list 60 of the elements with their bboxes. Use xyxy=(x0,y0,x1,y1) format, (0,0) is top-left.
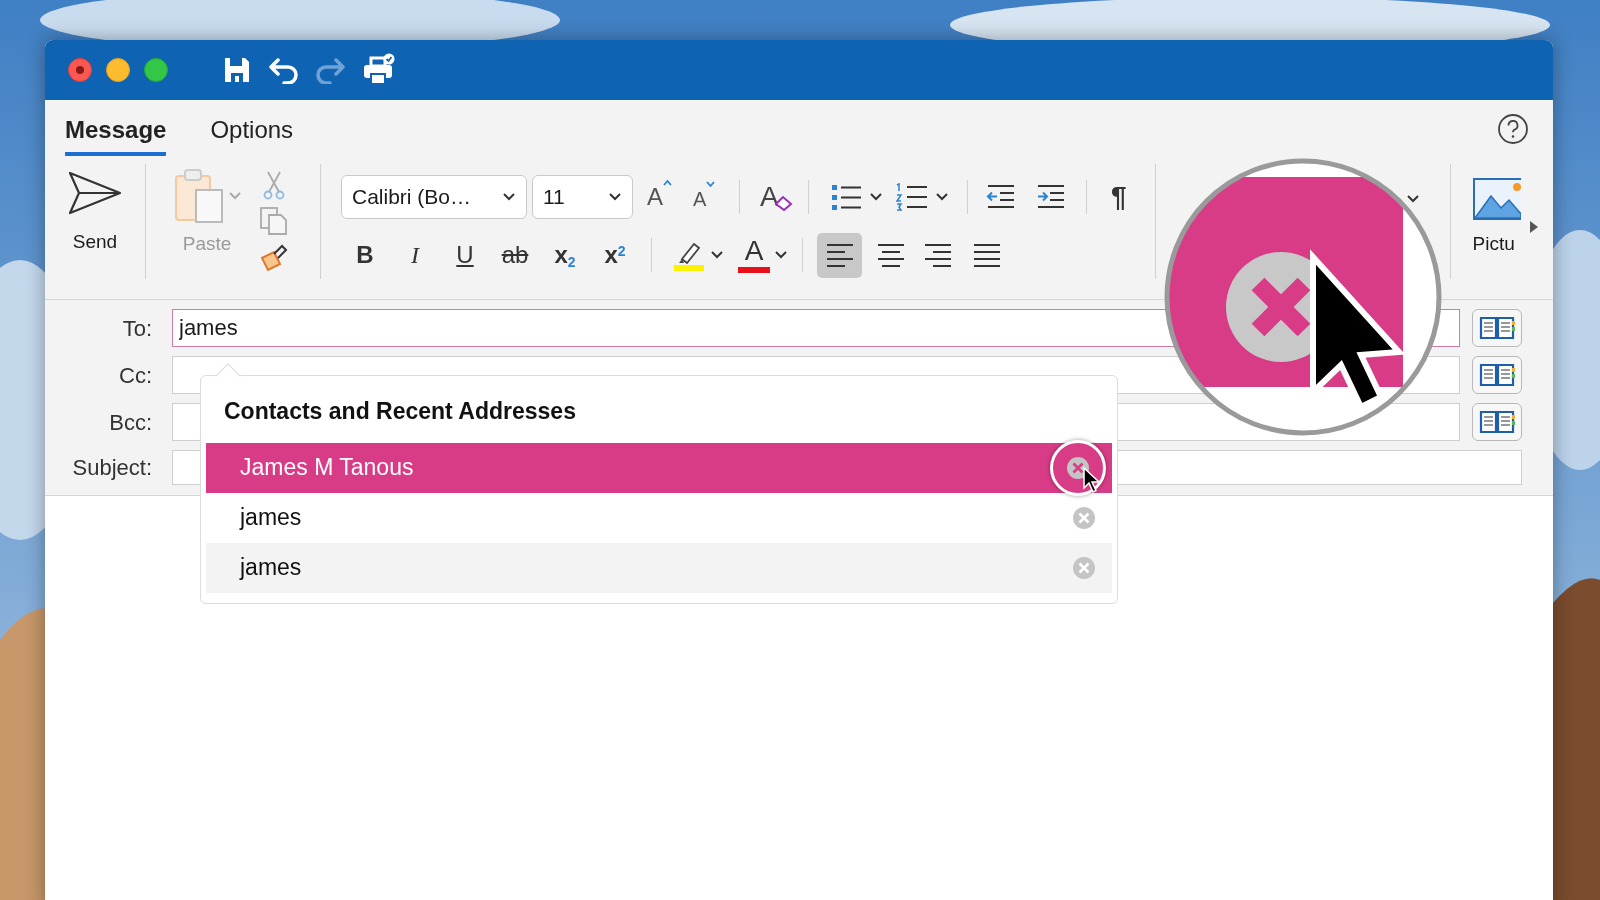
chevron-icon[interactable] xyxy=(1405,194,1420,204)
superscript-button[interactable]: x$^{2}$ xyxy=(597,237,633,273)
address-book-button[interactable] xyxy=(1472,309,1522,347)
strikethrough-button[interactable]: ab xyxy=(497,237,533,273)
increase-indent-icon[interactable] xyxy=(1036,183,1066,211)
field-label: To: xyxy=(121,314,152,343)
grow-font-button[interactable]: A xyxy=(647,179,683,215)
font-color-button[interactable]: A xyxy=(738,237,770,273)
align-lines-icon xyxy=(922,241,953,269)
zoom-button[interactable] xyxy=(144,58,168,82)
pictures-button-label[interactable]: Pictu xyxy=(1472,230,1515,259)
more-icon[interactable] xyxy=(1528,220,1539,234)
send-button-label[interactable]: Send xyxy=(72,228,118,257)
field-label: Subject: xyxy=(71,454,152,482)
caret-icon xyxy=(706,180,716,188)
suggestion-row[interactable]: james xyxy=(206,542,1112,593)
tab[interactable]: Options xyxy=(210,112,294,156)
tab[interactable]: Message xyxy=(65,112,167,156)
address-book-button[interactable] xyxy=(1472,403,1522,441)
field-label: Bcc: xyxy=(108,408,152,437)
scissors-icon xyxy=(261,170,287,200)
align-lines-icon xyxy=(824,241,855,269)
copy-icon xyxy=(259,206,289,236)
close-button[interactable] xyxy=(68,58,92,82)
redo-icon xyxy=(314,56,346,84)
shrink-font-button[interactable]: A xyxy=(693,180,725,214)
undo-icon[interactable] xyxy=(268,56,300,84)
clear-formatting-button[interactable]: A xyxy=(760,179,796,215)
show-formatting-button[interactable]: ¶ xyxy=(1111,176,1127,218)
subscript-button[interactable]: x$_{2}$ xyxy=(547,237,583,273)
chevron-icon[interactable] xyxy=(774,250,788,260)
suggestion-row[interactable]: James M Tanous xyxy=(206,442,1112,493)
numbering-icon[interactable] xyxy=(895,181,929,213)
align-left-button[interactable] xyxy=(817,232,862,278)
picture-icon[interactable] xyxy=(1472,178,1521,220)
italic-button[interactable]: I xyxy=(397,237,433,273)
help-icon[interactable] xyxy=(1497,113,1529,145)
caret-icon xyxy=(663,179,672,187)
format-painter-icon[interactable] xyxy=(258,242,290,272)
menu-heading: Contacts and Recent Addresses xyxy=(224,398,576,424)
chevron-icon xyxy=(502,192,516,202)
bullets-icon[interactable] xyxy=(831,182,863,212)
minimize-button[interactable] xyxy=(106,58,130,82)
address-book-button[interactable] xyxy=(1472,356,1522,394)
decrease-indent-icon[interactable] xyxy=(986,183,1016,211)
chevron-icon[interactable] xyxy=(935,192,949,202)
font-size-dropdown[interactable]: 11 xyxy=(532,175,633,219)
bold-button[interactable]: B xyxy=(347,237,383,273)
chevron-icon xyxy=(228,191,242,201)
chevron-icon[interactable] xyxy=(710,250,724,260)
underline-button[interactable]: U xyxy=(447,237,483,273)
save-icon[interactable] xyxy=(222,55,252,85)
cursor-icon xyxy=(1083,466,1101,493)
field-label: Cc: xyxy=(118,361,152,390)
font-name-dropdown[interactable]: Calibri (Bo… xyxy=(341,175,527,219)
chevron-icon[interactable] xyxy=(869,192,883,202)
paste-button-label: Paste xyxy=(182,232,232,256)
align-lines-icon xyxy=(971,241,1002,269)
send-icon[interactable] xyxy=(67,170,123,216)
chevron-icon xyxy=(608,192,622,202)
